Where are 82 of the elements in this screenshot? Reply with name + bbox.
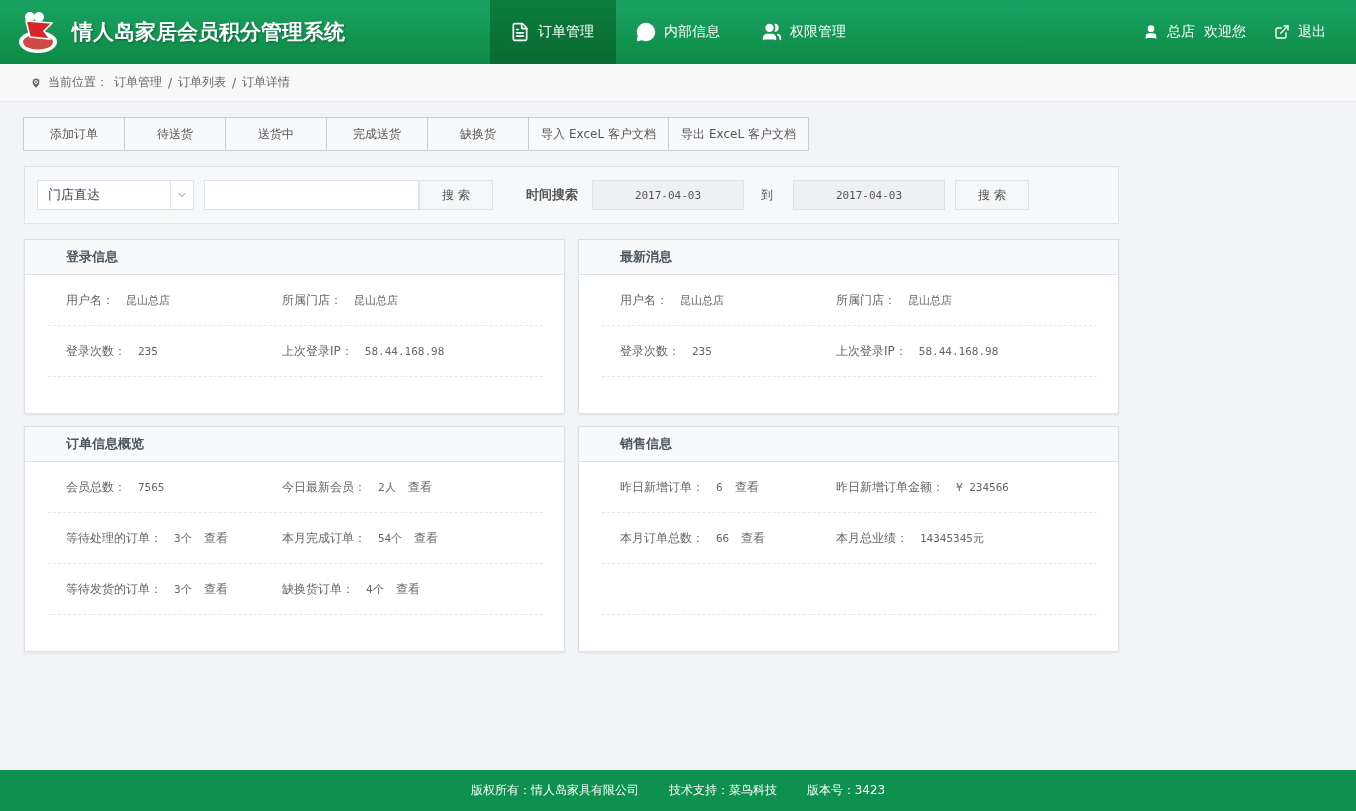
search-input[interactable] xyxy=(204,180,419,210)
footer-text: 版本号：3423 xyxy=(806,782,886,799)
users-icon xyxy=(762,22,782,42)
field-value: 235 xyxy=(692,344,712,358)
field-label: 登录次数： xyxy=(66,342,126,360)
date-from-field[interactable]: 2017-04-03 xyxy=(592,180,744,210)
logout-icon xyxy=(1274,24,1290,40)
breadcrumb-item[interactable]: 订单详情 xyxy=(242,74,291,91)
field-label: 用户名： xyxy=(620,291,668,309)
action-button[interactable]: 送货中 xyxy=(225,117,327,151)
field-label: 昨日新增订单： xyxy=(620,478,704,496)
field-label: 所属门店： xyxy=(282,291,342,309)
app-title: 情人岛家居会员积分管理系统 xyxy=(72,19,345,46)
field-label: 缺换货订单： xyxy=(282,580,354,598)
field-label: 等待处理的订单： xyxy=(66,529,162,547)
view-link[interactable]: 查看 xyxy=(734,478,759,496)
footer-text: 版权所有：情人岛家具有限公司 xyxy=(470,782,639,799)
field-label: 等待发货的订单： xyxy=(66,580,162,598)
field-value: 54个 xyxy=(378,530,403,546)
field-label: 所属门店： xyxy=(836,291,896,309)
field-value: 6 xyxy=(716,480,723,494)
field-label: 今日最新会员： xyxy=(282,478,366,496)
field-label: 会员总数： xyxy=(66,478,126,496)
field-label: 昨日新增订单金额： xyxy=(836,478,944,496)
action-button[interactable]: 添加订单 xyxy=(23,117,125,151)
field-value: 昆山总店 xyxy=(354,292,398,308)
nav-tab[interactable]: 订单管理 xyxy=(490,0,616,64)
view-link[interactable]: 查看 xyxy=(203,580,228,598)
footer-text: 技术支持：菜鸟科技 xyxy=(668,782,777,799)
field-label: 登录次数： xyxy=(620,342,680,360)
field-value: 235 xyxy=(138,344,158,358)
location-icon xyxy=(30,76,42,89)
logout-link[interactable]: 退出 xyxy=(1274,23,1326,41)
action-button[interactable]: 导入 ExceL 客户文档 xyxy=(528,117,669,151)
field-value: 昆山总店 xyxy=(680,292,724,308)
field-value: 58.44.168.98 xyxy=(918,344,999,358)
view-link[interactable]: 查看 xyxy=(741,529,766,547)
date-to-field[interactable]: 2017-04-03 xyxy=(793,180,945,210)
field-label: 本月完成订单： xyxy=(282,529,366,547)
action-button[interactable]: 待送货 xyxy=(124,117,226,151)
field-label: 上次登录IP： xyxy=(282,342,353,360)
view-link[interactable]: 查看 xyxy=(395,580,420,598)
nav-tab[interactable]: 内部信息 xyxy=(616,0,742,64)
field-label: 用户名： xyxy=(66,291,114,309)
field-value: 14345345元 xyxy=(920,530,984,546)
field-value: 2人 xyxy=(378,479,396,495)
search-button[interactable]: 搜 索 xyxy=(955,180,1029,210)
breadcrumb-separator: / xyxy=(232,75,237,90)
action-button[interactable]: 缺换货 xyxy=(427,117,529,151)
action-button[interactable]: 导出 ExceL 客户文档 xyxy=(668,117,809,151)
user-link[interactable]: 总店 欢迎您 xyxy=(1143,23,1246,41)
store-select[interactable]: 门店直达 xyxy=(37,180,194,210)
search-button[interactable]: 搜 索 xyxy=(419,180,493,210)
breadcrumb-item[interactable]: 订单管理 xyxy=(114,74,162,91)
breadcrumb-separator: / xyxy=(168,75,173,90)
field-value: 3个 xyxy=(174,530,192,546)
field-label: 本月订单总数： xyxy=(620,529,704,547)
field-label: 上次登录IP： xyxy=(836,342,907,360)
time-search-label: 时间搜索 xyxy=(526,186,578,204)
chat-icon xyxy=(636,22,656,42)
action-button[interactable]: 完成送货 xyxy=(326,117,428,151)
field-value: ¥ 234566 xyxy=(956,480,1009,494)
field-value: 昆山总店 xyxy=(908,292,952,308)
panel-title: 最新消息 xyxy=(620,248,672,266)
field-value: 3个 xyxy=(174,581,192,597)
view-link[interactable]: 查看 xyxy=(414,529,439,547)
field-value: 7565 xyxy=(138,480,165,494)
nav-tab[interactable]: 权限管理 xyxy=(742,0,868,64)
field-value: 66 xyxy=(716,531,730,545)
panel-title: 销售信息 xyxy=(620,435,672,453)
view-link[interactable]: 查看 xyxy=(203,529,228,547)
view-link[interactable]: 查看 xyxy=(407,478,432,496)
field-value: 4个 xyxy=(366,581,384,597)
panel-title: 订单信息概览 xyxy=(66,435,144,453)
field-value: 昆山总店 xyxy=(126,292,170,308)
field-label: 本月总业绩： xyxy=(836,529,908,547)
panel-title: 登录信息 xyxy=(66,248,118,266)
breadcrumb-label: 当前位置： xyxy=(48,74,108,91)
field-value: 58.44.168.98 xyxy=(364,344,445,358)
breadcrumb-item[interactable]: 订单列表 xyxy=(178,74,227,91)
to-label: 到 xyxy=(761,186,773,204)
document-icon xyxy=(510,22,530,42)
